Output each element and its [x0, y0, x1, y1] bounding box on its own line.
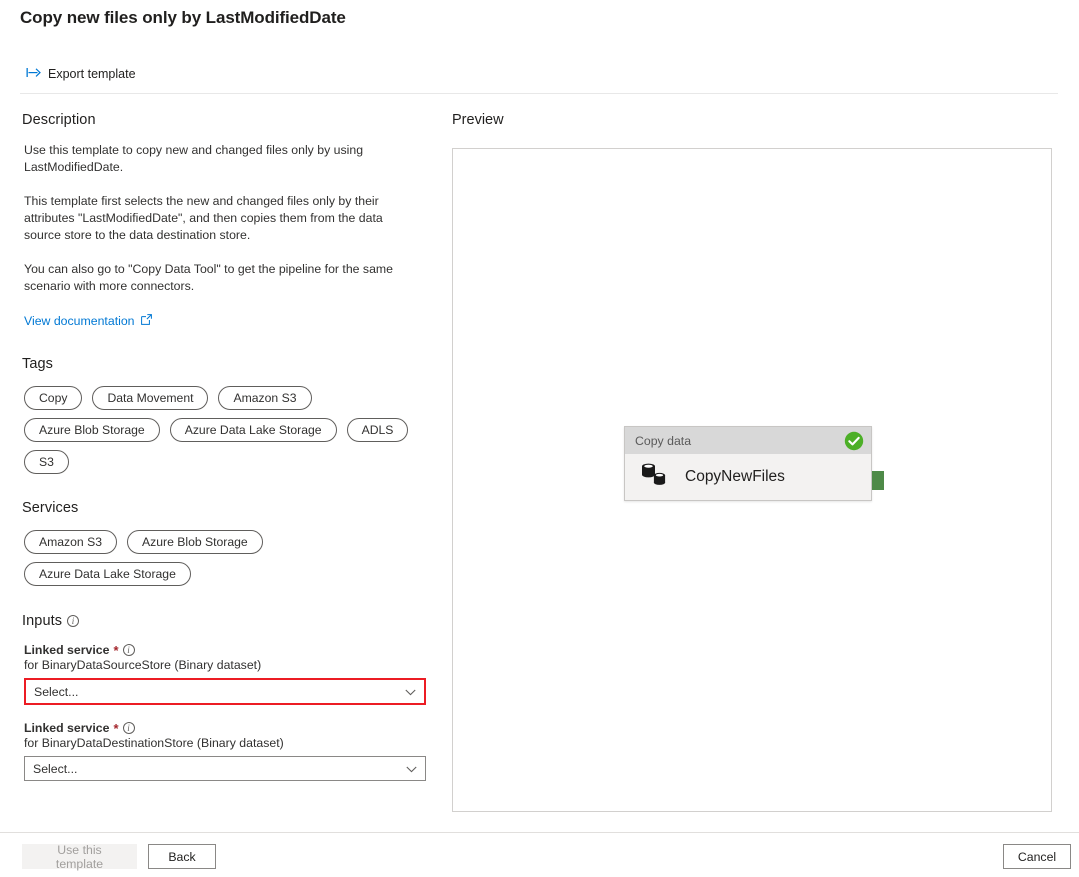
description-body: Use this template to copy new and change…	[22, 142, 434, 330]
activity-name-label: CopyNewFiles	[685, 468, 785, 486]
linked-service-source-label: Linked service * i	[24, 643, 434, 657]
back-button[interactable]: Back	[148, 844, 216, 869]
linked-service-source-field: Linked service * i for BinaryDataSourceS…	[22, 643, 434, 705]
chevron-down-icon	[406, 762, 417, 776]
copy-data-database-icon	[639, 461, 671, 494]
activity-output-port[interactable]	[872, 471, 884, 490]
page-title: Copy new files only by LastModifiedDate	[20, 8, 346, 28]
tags-list: Copy Data Movement Amazon S3 Azure Blob …	[22, 386, 422, 474]
footer-divider	[0, 832, 1079, 833]
description-heading: Description	[22, 112, 434, 128]
use-this-template-button[interactable]: Use this template	[22, 844, 137, 869]
description-paragraph: This template first selects the new and …	[24, 193, 412, 244]
view-documentation-link[interactable]: View documentation	[24, 314, 152, 328]
required-marker: *	[113, 644, 118, 657]
linked-service-destination-field: Linked service * i for BinaryDataDestina…	[22, 721, 434, 781]
success-check-icon	[844, 431, 864, 451]
tag-chip: Copy	[24, 386, 82, 410]
service-chip: Amazon S3	[24, 530, 117, 554]
tag-chip: Azure Blob Storage	[24, 418, 160, 442]
info-icon[interactable]: i	[123, 644, 135, 656]
linked-service-destination-value: Select...	[33, 762, 77, 776]
linked-service-destination-dropdown[interactable]: Select...	[24, 756, 426, 781]
inputs-section: Inputs i Linked service * i for BinaryDa…	[22, 613, 434, 781]
service-chip: Azure Blob Storage	[127, 530, 263, 554]
tag-chip: Amazon S3	[218, 386, 311, 410]
tag-chip: Data Movement	[92, 386, 208, 410]
left-panel: Description Use this template to copy ne…	[22, 112, 434, 797]
description-paragraph: You can also go to "Copy Data Tool" to g…	[24, 261, 412, 295]
linked-service-source-sublabel: for BinaryDataSourceStore (Binary datase…	[24, 658, 434, 672]
linked-service-source-label-text: Linked service	[24, 643, 109, 657]
inputs-heading: Inputs i	[22, 613, 434, 629]
tag-chip: Azure Data Lake Storage	[170, 418, 337, 442]
preview-canvas[interactable]: Copy data	[452, 148, 1052, 812]
command-bar: Export template	[20, 59, 142, 89]
services-section: Services Amazon S3 Azure Blob Storage Az…	[22, 500, 434, 586]
description-paragraph: Use this template to copy new and change…	[24, 142, 412, 176]
export-template-button[interactable]: Export template	[20, 64, 142, 84]
activity-node-header: Copy data	[625, 427, 871, 454]
chevron-down-icon	[405, 685, 416, 699]
services-heading: Services	[22, 500, 434, 516]
command-bar-divider	[20, 93, 1058, 94]
tags-heading: Tags	[22, 356, 434, 372]
activity-node-body: CopyNewFiles	[625, 454, 871, 500]
cancel-button[interactable]: Cancel	[1003, 844, 1071, 869]
preview-heading: Preview	[452, 112, 504, 128]
required-marker: *	[113, 722, 118, 735]
export-arrow-icon	[26, 67, 41, 81]
service-chip: Azure Data Lake Storage	[24, 562, 191, 586]
info-icon[interactable]: i	[123, 722, 135, 734]
inputs-heading-label: Inputs	[22, 613, 62, 629]
linked-service-destination-label-text: Linked service	[24, 721, 109, 735]
info-icon[interactable]: i	[67, 615, 79, 627]
tag-chip: S3	[24, 450, 69, 474]
external-link-icon	[141, 314, 152, 328]
tag-chip: ADLS	[347, 418, 409, 442]
linked-service-destination-label: Linked service * i	[24, 721, 434, 735]
view-documentation-label: View documentation	[24, 314, 135, 328]
pipeline-activity-node[interactable]: Copy data	[624, 426, 872, 501]
linked-service-source-dropdown[interactable]: Select...	[24, 678, 426, 705]
export-template-label: Export template	[48, 67, 136, 81]
linked-service-source-value: Select...	[34, 685, 78, 699]
description-section: Description Use this template to copy ne…	[22, 112, 434, 330]
services-list: Amazon S3 Azure Blob Storage Azure Data …	[22, 530, 422, 586]
linked-service-destination-sublabel: for BinaryDataDestinationStore (Binary d…	[24, 736, 434, 750]
tags-section: Tags Copy Data Movement Amazon S3 Azure …	[22, 356, 434, 474]
activity-type-label: Copy data	[635, 434, 691, 448]
